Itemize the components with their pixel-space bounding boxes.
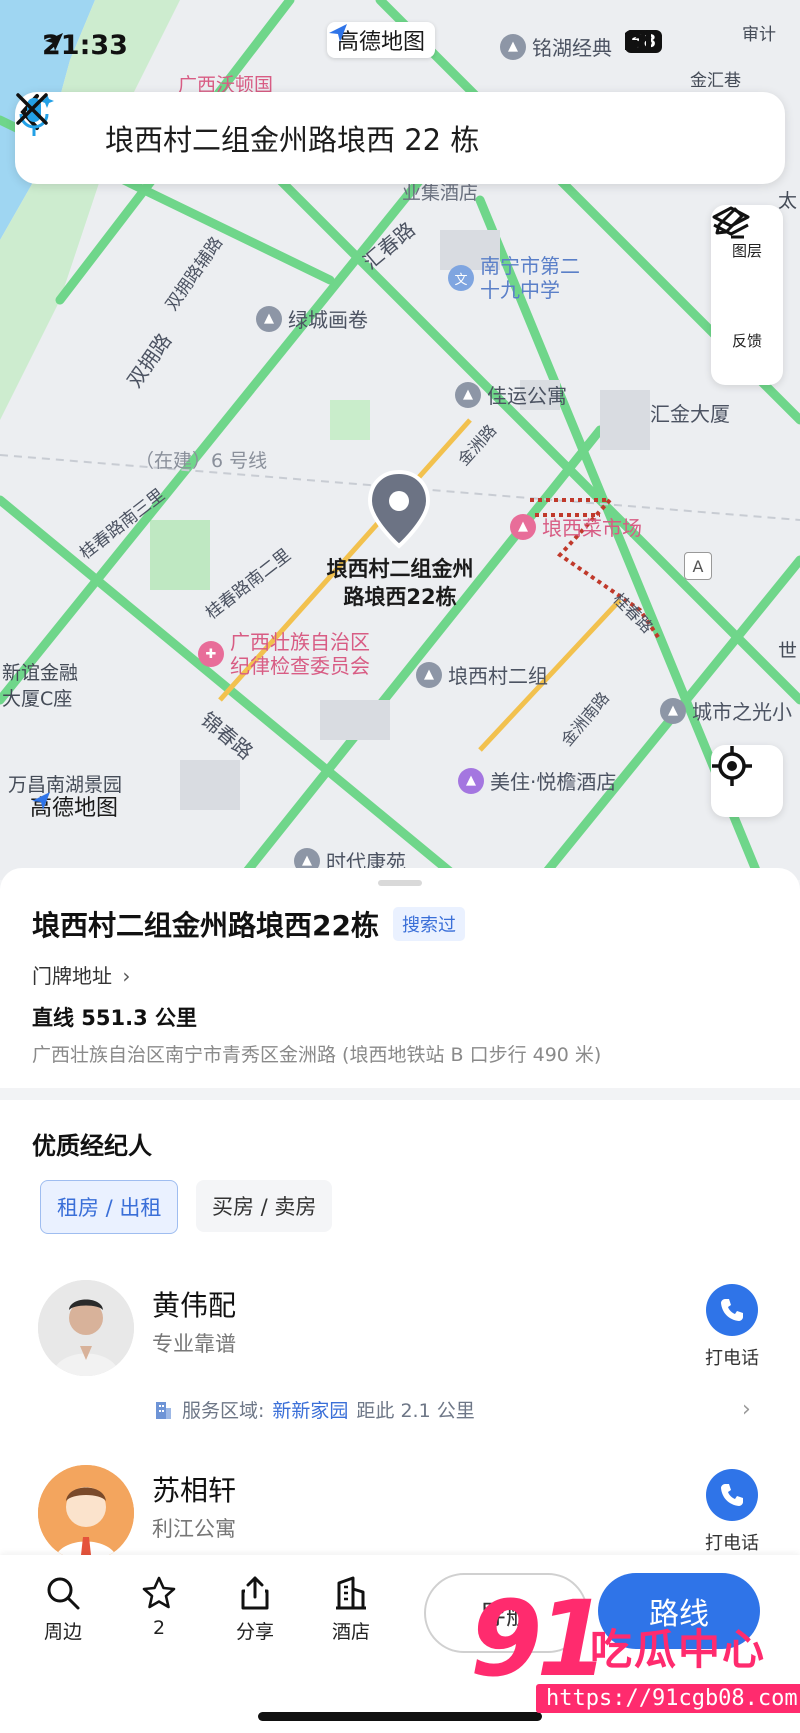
place-title: 埌西村二组金州路埌西22栋 (32, 909, 379, 942)
status-icons: 68 (625, 30, 663, 53)
hotel-button[interactable]: 酒店 (316, 1575, 386, 1644)
location-pin-icon[interactable] (366, 470, 432, 550)
residence-icon: ▲ (660, 697, 686, 724)
close-icon (16, 93, 48, 125)
hotel-icon (336, 1576, 366, 1610)
agent-name: 黄伟配 (152, 1289, 237, 1322)
map-label: 审计 (742, 25, 776, 45)
share-button[interactable]: 分享 (220, 1575, 290, 1644)
agent-card[interactable]: 黄伟配 专业靠谱 打电话 服务区域: 新新家园 距此 2.1 公里 › (0, 1268, 800, 1458)
residence-icon: ▲ (256, 305, 282, 332)
pin-label: 埌西村二组金州 路埌西22栋 (326, 557, 474, 609)
search-query[interactable]: 埌西村二组金州路埌西 22 栋 (105, 117, 635, 159)
amap-brand-name: 高德地图 (337, 30, 426, 55)
residence-icon: ▲ (416, 661, 442, 688)
distance-text: 直线 551.3 公里 (32, 1006, 198, 1030)
edit-icon (715, 207, 744, 239)
wifi-icon (625, 30, 651, 48)
map-poi[interactable]: ▲ 埌西菜市场 (510, 512, 642, 541)
amap-brand-badge: 高德地图 (327, 22, 436, 58)
star-icon (142, 1576, 176, 1609)
map-poi[interactable]: ▲ 佳运公寓 (455, 380, 567, 409)
market-icon: ▲ (510, 513, 536, 540)
chevron-right-icon: › (742, 1397, 751, 1422)
feedback-button[interactable]: 反馈 (711, 207, 783, 385)
address-text: 广西壮族自治区南宁市青秀区金洲路 (埌西地铁站 B 口步行 490 米) (32, 1044, 602, 1066)
map-poi[interactable]: 汇金大厦 (650, 398, 730, 427)
searched-badge: 搜索过 (392, 907, 465, 941)
hotel-icon: ▲ (458, 767, 484, 794)
watermark-url: https://91cgb08.com (536, 1684, 800, 1713)
watermark-overlay: 91 吃瓜中心 https://91cgb08.com (470, 1578, 800, 1728)
map-poi[interactable]: ▲ 绿城画卷 (256, 304, 368, 333)
government-icon: ✚ (198, 641, 224, 667)
map-label: 新谊金融 大厦C座 (2, 662, 79, 710)
favorite-button[interactable]: 2 (124, 1575, 194, 1639)
share-icon (241, 1576, 269, 1610)
filter-rent[interactable]: 租房 / 出租 (40, 1180, 179, 1234)
search-icon (47, 1577, 80, 1610)
call-button[interactable]: 打电话 (700, 1284, 764, 1370)
map-label: 金汇巷 (690, 71, 741, 91)
map-view[interactable]: 高德地图 21:33 68 广西沃顿国 ▲铭湖经典 金汇巷 审计 业集酒店 太 … (0, 0, 800, 880)
map-poi[interactable]: 文南宁市第二 十九中学 (448, 254, 580, 302)
phone-icon (721, 1484, 743, 1506)
metro-line-label: （在建）6 号线 (135, 450, 268, 472)
agents-section-title: 优质经纪人 (32, 1132, 152, 1160)
section-divider (0, 1088, 800, 1100)
map-poi[interactable]: ▲ 埌西村二组 (416, 660, 548, 689)
map-label: 世 (778, 640, 798, 662)
service-area-row[interactable]: 服务区域: 新新家园 距此 2.1 公里 › (152, 1396, 772, 1423)
place-header: 埌西村二组金州路埌西22栋 搜索过 (32, 904, 465, 944)
call-button[interactable]: 打电话 (700, 1469, 764, 1555)
agent-avatar (38, 1465, 134, 1561)
watermark-number: 91 (470, 1578, 609, 1700)
metro-exit-icon: A (684, 552, 712, 580)
status-time: 21:33 (42, 30, 128, 61)
amap-logo-icon (32, 792, 50, 810)
filter-buy-sell[interactable]: 买房 / 卖房 (196, 1180, 333, 1232)
school-icon: 文 (448, 265, 474, 291)
map-poi[interactable]: ✚ 广西壮族自治区 纪律检查委员会 (198, 630, 370, 678)
chevron-right-icon: › (122, 964, 131, 988)
agent-name: 苏相轩 (152, 1474, 237, 1507)
building-icon (156, 1401, 171, 1419)
sheet-drag-handle[interactable] (378, 880, 422, 886)
search-bar[interactable]: 埌西村二组金州路埌西 22 栋 (15, 92, 785, 184)
agent-avatar (38, 1280, 134, 1376)
doorplate-link[interactable]: 门牌地址 › (32, 960, 130, 989)
nearby-button[interactable]: 周边 (28, 1575, 98, 1644)
map-tools: 图层 反馈 (711, 205, 783, 385)
locate-me-button[interactable] (711, 745, 783, 817)
crosshair-icon (712, 746, 752, 786)
agent-desc: 利江公寓 (152, 1517, 236, 1541)
map-poi[interactable]: ▲ 铭湖经典 (500, 32, 612, 61)
residence-icon: ▲ (455, 381, 481, 408)
map-poi[interactable]: ▲ 城市之光小 (660, 696, 792, 725)
agent-card[interactable]: 苏相轩 利江公寓 打电话 (0, 1453, 800, 1563)
amap-map-watermark: 高德地图 (30, 790, 118, 822)
agent-desc: 专业靠谱 (152, 1332, 236, 1356)
location-arrow-icon (45, 33, 63, 51)
phone-icon (721, 1299, 743, 1321)
map-poi[interactable]: ▲ 美住·悦檐酒店 (458, 766, 616, 795)
building-icon: ▲ (500, 33, 526, 60)
watermark-text: 吃瓜中心 (590, 1625, 767, 1674)
amap-logo-icon (329, 24, 347, 42)
